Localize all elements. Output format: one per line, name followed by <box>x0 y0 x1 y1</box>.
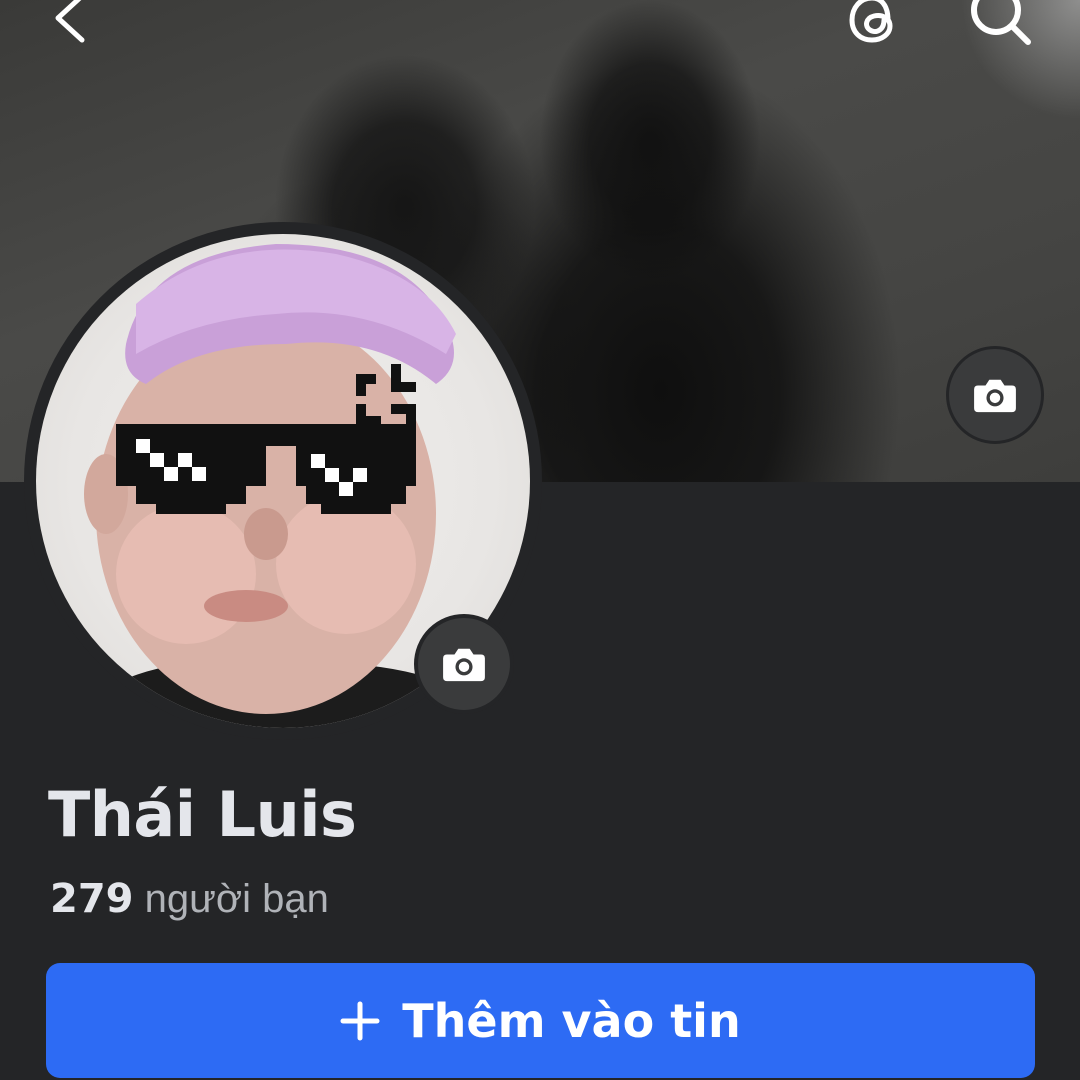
chevron-left-icon <box>55 0 85 43</box>
search-button[interactable] <box>962 0 1038 46</box>
edit-cover-photo-button[interactable] <box>946 346 1044 444</box>
add-to-story-button[interactable]: Thêm vào tin <box>46 963 1035 1078</box>
plus-icon <box>340 1001 380 1040</box>
friends-label: người bạn <box>144 877 329 921</box>
threads-icon <box>849 0 893 43</box>
friends-count-link[interactable]: 279 người bạn <box>50 876 329 922</box>
edit-profile-picture-button[interactable] <box>414 614 514 714</box>
back-button[interactable] <box>40 0 100 48</box>
friends-count: 279 <box>50 876 134 922</box>
add-to-story-label: Thêm vào tin <box>402 993 741 1048</box>
profile-name: Thái Luis <box>48 778 357 851</box>
threads-button[interactable] <box>842 0 908 46</box>
search-icon <box>971 0 1031 45</box>
camera-icon <box>443 648 485 682</box>
camera-icon <box>974 379 1016 413</box>
